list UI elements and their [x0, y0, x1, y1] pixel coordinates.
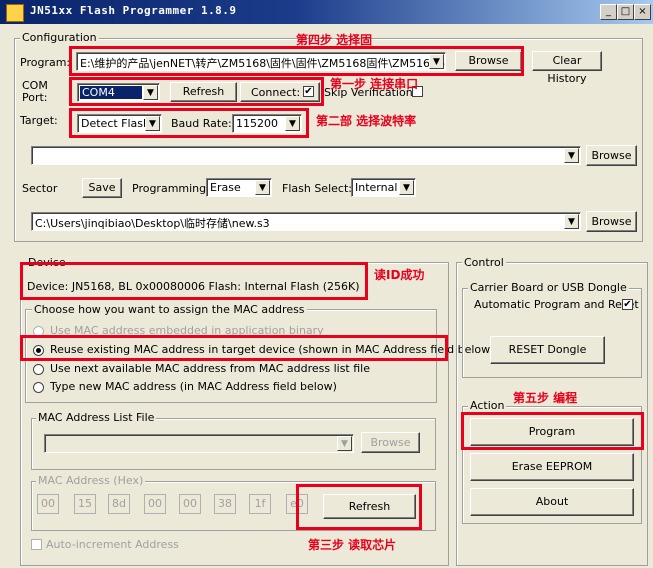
annotation-step4: 第四步 选择固	[296, 33, 373, 47]
window-title: JN51xx Flash Programmer 1.8.9	[30, 4, 237, 17]
erase-eeprom-button[interactable]: Erase EEPROM	[470, 453, 634, 481]
configuration-label: Configuration	[20, 31, 99, 44]
programming-combo[interactable]: Erase ▼	[206, 178, 272, 197]
mac-byte-6[interactable]: 38	[214, 494, 236, 514]
auto-program-label: Automatic Program and Reset	[474, 298, 639, 311]
program-label: Program:	[20, 56, 71, 69]
maximize-button[interactable]: □	[617, 4, 634, 20]
programming-label: Programming:	[132, 182, 210, 195]
mac-list-label: MAC Address List File	[36, 411, 157, 424]
chevron-down-icon[interactable]: ▼	[399, 180, 414, 195]
chevron-down-icon[interactable]: ▼	[337, 436, 352, 451]
annotation-step5: 第五步 编程	[513, 391, 578, 405]
mac-byte-3[interactable]: 8d	[108, 494, 130, 514]
reset-dongle-button[interactable]: RESET Dongle	[490, 336, 605, 364]
programming-value: Erase	[210, 181, 241, 194]
highlight-program-button	[461, 412, 644, 450]
mac-hex-label: MAC Address (Hex)	[36, 474, 146, 487]
control-group-label: Control	[462, 256, 506, 269]
annotation-step3: 第三步 读取芯片	[308, 538, 397, 552]
clear-history-button[interactable]: Clear History	[532, 51, 602, 85]
file-path-combo[interactable]: C:\Users\jinqibiao\Desktop\临时存储\new.s3 ▼	[31, 212, 581, 231]
mac-byte-4[interactable]: 00	[144, 494, 166, 514]
close-button[interactable]: ×	[634, 4, 651, 20]
about-button[interactable]: About	[470, 488, 634, 516]
blank-combo[interactable]: ▼	[31, 146, 581, 165]
annotation-step2: 第二部 选择波特率	[316, 114, 417, 128]
mac-list-browse-button[interactable]: Browse	[361, 432, 420, 453]
highlight-program-path	[69, 46, 524, 76]
mac-assign-label: Choose how you want to assign the MAC ad…	[32, 303, 307, 316]
radio-next-mac[interactable]	[33, 364, 44, 375]
title-bar: JN51xx Flash Programmer 1.8.9 _ □ ×	[0, 0, 653, 24]
mac-byte-1[interactable]: 00	[37, 494, 59, 514]
mac-byte-2[interactable]: 15	[74, 494, 96, 514]
mac-list-combo[interactable]: ▼	[44, 434, 354, 453]
app-icon	[6, 4, 24, 22]
sector-label: Sector	[22, 182, 58, 195]
chevron-down-icon[interactable]: ▼	[564, 214, 579, 229]
annotation-read-id: 读ID成功	[374, 268, 425, 282]
target-label: Target:	[20, 114, 58, 127]
flash-select-combo[interactable]: Internal ▼	[351, 178, 416, 197]
com-port-label: COM Port:	[22, 79, 48, 104]
file-path-value: C:\Users\jinqibiao\Desktop\临时存储\new.s3	[35, 217, 270, 230]
mac-byte-7[interactable]: 1f	[249, 494, 271, 514]
auto-program-checkbox[interactable]: ✔	[622, 299, 633, 310]
browse-button-3[interactable]: Browse	[586, 211, 637, 232]
highlight-target-baud	[69, 108, 309, 138]
carrier-label: Carrier Board or USB Dongle	[468, 281, 629, 294]
radio-type-mac[interactable]	[33, 382, 44, 393]
chevron-down-icon[interactable]: ▼	[564, 148, 579, 163]
action-label: Action	[468, 399, 507, 412]
highlight-refresh	[296, 484, 422, 530]
browse-button-2[interactable]: Browse	[586, 145, 637, 166]
minimize-button[interactable]: _	[600, 4, 617, 20]
auto-increment-checkbox[interactable]	[31, 539, 42, 550]
highlight-reuse-mac	[20, 335, 448, 361]
flash-select-value: Internal	[355, 181, 398, 194]
highlight-com-port	[69, 77, 324, 106]
radio-type-mac-label: Type new MAC address (in MAC Address fie…	[50, 380, 337, 393]
chevron-down-icon[interactable]: ▼	[255, 180, 270, 195]
annotation-step1: 第一步 连接串口	[330, 77, 419, 91]
radio-next-mac-label: Use next available MAC address from MAC …	[50, 362, 370, 375]
auto-increment-label: Auto-increment Address	[46, 538, 179, 551]
mac-byte-5[interactable]: 00	[179, 494, 201, 514]
flash-select-label: Flash Select:	[282, 182, 352, 195]
save-button[interactable]: Save	[82, 178, 122, 198]
highlight-device-info	[20, 262, 368, 300]
